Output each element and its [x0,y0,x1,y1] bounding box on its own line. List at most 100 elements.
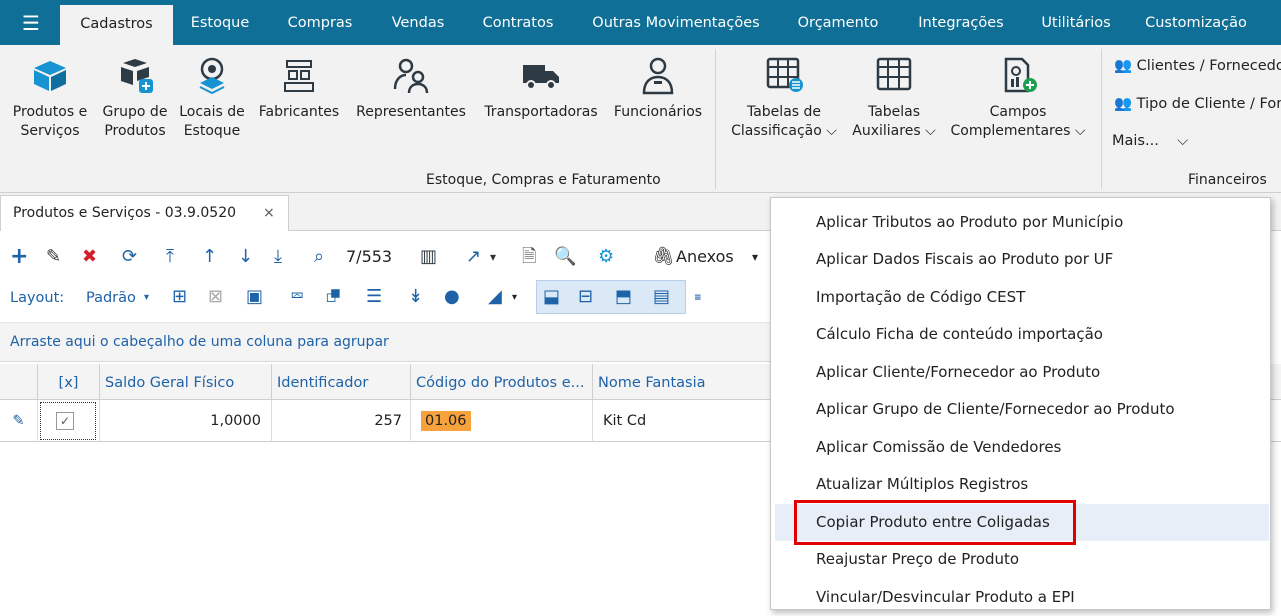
filter-icon[interactable]: ↡ [408,286,423,308]
tab-orcamento[interactable]: Orçamento [786,0,890,45]
representatives-icon [393,58,429,94]
funcionarios-button[interactable]: Funcionários [609,55,707,122]
ribbon: Produtos e Serviços Grupo de Produtos Lo… [0,45,1281,193]
ribbon-separator [715,49,716,189]
menu-item-aplicar-tributos[interactable]: Aplicar Tributos ao Produto por Municípi… [775,204,1269,241]
first-record-icon[interactable]: ⤒ [166,246,174,268]
cell-identificador: 257 [272,400,411,442]
view-full-icon[interactable]: ▤ [653,286,670,308]
record-counter: 7/553 [346,247,393,266]
columns-icon[interactable]: ▥ [420,246,437,268]
document-icon[interactable]: 🗎 [522,246,536,268]
move-up-icon[interactable]: ⮹ [290,286,304,308]
tabelas-classificacao-button[interactable]: Tabelas de Classificação ⌵ [725,55,843,141]
auxiliary-table-icon [876,57,912,91]
last-record-icon[interactable]: ⤓ [274,246,282,268]
tipo-cliente-fornecedor-button[interactable]: 👥 Tipo de Cliente / Fornecedor [1114,95,1281,112]
row-select-cell[interactable]: ✓ [38,400,100,442]
menu-item-aplicar-dados-fiscais[interactable]: Aplicar Dados Fiscais ao Produto por UF [775,241,1269,278]
close-icon[interactable]: × [263,196,275,230]
edit-icon[interactable]: ✎ [46,246,61,268]
record-toolbar: + ✎ ✖ ⟳ ⤒ ↑ ↓ ⤓ ⌕ 7/553 ▥ ↗ ▾ 🗎 🔍 ⚙ 🖇 An… [0,236,780,276]
fabricantes-button[interactable]: Fabricantes [254,55,344,122]
tab-estoque[interactable]: Estoque [180,0,260,45]
process-icon[interactable]: ⚙ [598,246,614,268]
menu-item-aplicar-grupo-cliente[interactable]: Aplicar Grupo de Cliente/Fornecedor ao P… [775,391,1269,428]
paperclip-icon: 🖇 [652,246,675,267]
classification-table-icon [766,57,803,92]
paint-icon[interactable]: ☰ [366,286,382,308]
complementary-fields-icon [1004,57,1037,93]
boxes-group-icon [121,59,153,93]
checkbox[interactable]: ✓ [56,412,74,430]
truck-icon [523,65,559,90]
view-bottom-icon[interactable]: ⬓ [543,286,560,308]
export-icon[interactable]: ▣ [246,286,263,308]
column-identificador[interactable]: Identificador [272,364,411,400]
menu-item-calculo-ficha[interactable]: Cálculo Ficha de conteúdo importação [775,316,1269,353]
add-icon[interactable]: + [10,246,28,268]
ribbon-group-label-financeiros: Financeiros [1188,172,1267,188]
locais-estoque-button[interactable]: Locais de Estoque [176,55,248,141]
tab-compras[interactable]: Compras [276,0,364,45]
clientes-fornecedores-button[interactable]: 👥 Clientes / Fornecedores [1114,57,1281,74]
column-saldo-geral-fisico[interactable]: Saldo Geral Físico [100,364,272,400]
layout-toolbar: Layout: Padrão ▾ ⊞ ⊠ ▣ ⮹ ⮻ ☰ ↡ ● ◢ ▾ ⬓ ⊟… [0,280,780,316]
app-menu-icon[interactable]: ☰ [20,11,42,35]
menu-item-atualizar-multiplos[interactable]: Atualizar Múltiplos Registros [775,466,1269,503]
group-by-hint[interactable]: Arraste aqui o cabeçalho de uma coluna p… [0,322,780,362]
view-split-icon[interactable]: ⊟ [578,286,593,308]
column-nome-fantasia[interactable]: Nome Fantasia [593,364,783,400]
highlight-annotation-box [794,500,1076,545]
menu-item-vincular-epi[interactable]: Vincular/Desvincular Produto a EPI [775,579,1269,616]
collapse-group-icon[interactable]: ⊠ [208,286,223,308]
shapes-icon[interactable]: ● [444,286,460,308]
dropdown-arrow-icon[interactable]: ▾ [490,246,496,268]
tab-outras-movimentacoes[interactable]: Outras Movimentações [582,0,770,45]
tab-utilitarios[interactable]: Utilitários [1030,0,1122,45]
column-select-header[interactable]: [x] [38,364,100,400]
grupo-produtos-button[interactable]: Grupo de Produtos [97,55,173,141]
open-external-icon[interactable]: ↗ [466,246,481,268]
previous-record-icon[interactable]: ↑ [202,246,217,268]
tab-vendas[interactable]: Vendas [382,0,454,45]
zoom-report-icon[interactable]: 🔍 [554,246,576,268]
document-tab[interactable]: Produtos e Serviços - 03.9.0520 × [0,195,289,231]
tabelas-auxiliares-button[interactable]: Tabelas Auxiliares ⌵ [847,55,941,141]
next-record-icon[interactable]: ↓ [238,246,253,268]
column-codigo-produto[interactable]: Código do Produtos e... [411,364,593,400]
cell-codigo: 01.06 [411,400,593,442]
menu-item-reajustar-preco[interactable]: Reajustar Preço de Produto [775,541,1269,578]
mais-button[interactable]: Mais... ⌵ [1112,133,1188,149]
representantes-button[interactable]: Representantes [350,55,472,122]
anexos-button[interactable]: Anexos [676,246,734,268]
search-icon[interactable]: ⌕ [314,246,324,268]
chevron-down-icon: ⌵ [925,123,936,139]
transportadoras-button[interactable]: Transportadoras [478,55,604,122]
expand-group-icon[interactable]: ⊞ [172,286,187,308]
box-icon [34,61,66,91]
context-menu: Aplicar Tributos ao Produto por Municípi… [770,197,1271,610]
produtos-servicos-button[interactable]: Produtos e Serviços [8,55,92,141]
tab-contratos[interactable]: Contratos [470,0,566,45]
menu-item-importacao-cest[interactable]: Importação de Código CEST [775,279,1269,316]
move-down-icon[interactable]: ⮻ [326,286,341,308]
menu-item-aplicar-cliente-fornecedor[interactable]: Aplicar Cliente/Fornecedor ao Produto [775,354,1269,391]
chart-icon[interactable]: ◢ [488,286,502,308]
delete-icon[interactable]: ✖ [82,246,97,268]
layout-select[interactable]: Padrão [86,287,136,309]
chevron-down-icon[interactable]: ▾ [144,287,149,309]
view-top-icon[interactable]: ⬒ [615,286,632,308]
menu-item-aplicar-comissao[interactable]: Aplicar Comissão de Vendedores [775,429,1269,466]
tab-customizacao[interactable]: Customização [1136,0,1256,45]
refresh-icon[interactable]: ⟳ [122,246,137,268]
layout-label: Layout: [10,290,65,306]
tab-integracoes[interactable]: Integrações [906,0,1016,45]
tab-cadastros[interactable]: Cadastros [60,5,173,45]
campos-complementares-button[interactable]: Campos Complementares ⌵ [945,55,1091,141]
anexos-dropdown-icon[interactable]: ▾ [752,246,758,268]
location-pin-icon [199,57,225,95]
dropdown-arrow-icon[interactable]: ▾ [512,287,517,309]
chevron-down-icon: ⌵ [826,123,837,139]
spellcheck-icon[interactable]: ≡ [694,287,702,309]
